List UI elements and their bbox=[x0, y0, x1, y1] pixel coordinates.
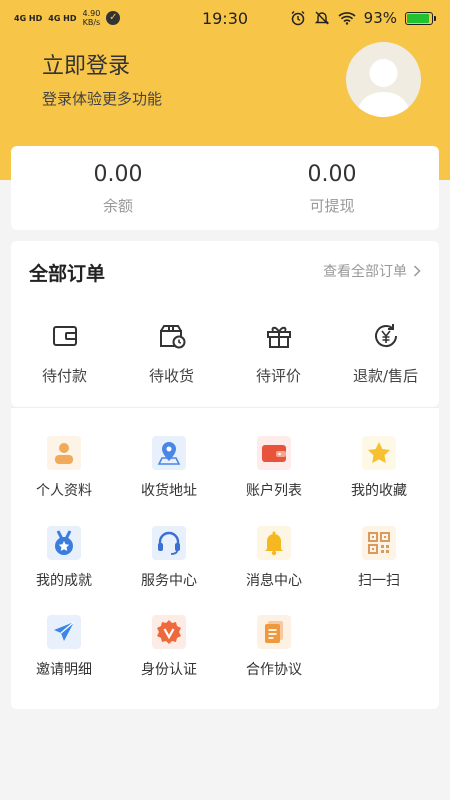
service-personal-info[interactable]: 个人资料 bbox=[12, 436, 116, 500]
star-icon bbox=[362, 436, 396, 470]
signal-icon-2: 4G HD bbox=[48, 13, 77, 23]
services-row-2: 我的成就 服务中心 消息中心 扫一扫 bbox=[11, 526, 439, 590]
order-refund-aftersale[interactable]: 退款/售后 bbox=[332, 321, 439, 386]
wifi-icon bbox=[338, 12, 356, 25]
service-label: 消息中心 bbox=[246, 573, 302, 589]
services-row-3: 邀请明细 身份认证 合作协议 bbox=[11, 615, 439, 679]
view-all-orders-label: 查看全部订单 bbox=[323, 264, 407, 280]
service-cooperation-agreement[interactable]: 合作协议 bbox=[222, 615, 326, 679]
order-label: 待付款 bbox=[41, 367, 87, 385]
service-scan[interactable]: 扫一扫 bbox=[327, 526, 431, 590]
paper-plane-icon bbox=[47, 615, 81, 649]
order-pending-review[interactable]: 待评价 bbox=[225, 321, 332, 386]
service-help-center[interactable]: 服务中心 bbox=[117, 526, 221, 590]
wallet-icon bbox=[52, 326, 77, 346]
service-label: 收货地址 bbox=[141, 483, 197, 499]
balance-item[interactable]: 0.00 余额 bbox=[11, 146, 225, 230]
balance-value: 0.00 bbox=[93, 162, 143, 187]
service-account-list[interactable]: 账户列表 bbox=[222, 436, 326, 500]
service-invitation-details[interactable]: 邀请明细 bbox=[12, 615, 116, 679]
service-label: 身份认证 bbox=[141, 662, 197, 678]
medal-icon bbox=[47, 526, 81, 560]
document-icon bbox=[257, 615, 291, 649]
service-shipping-address[interactable]: 收货地址 bbox=[117, 436, 221, 500]
status-time: 19:30 bbox=[201, 8, 249, 28]
service-label: 我的成就 bbox=[36, 573, 92, 589]
order-label: 退款/售后 bbox=[352, 367, 419, 385]
orders-title: 全部订单 bbox=[29, 263, 106, 285]
status-bar-right: 93% bbox=[266, 9, 436, 27]
login-title[interactable]: 立即登录 bbox=[42, 48, 130, 80]
status-bar-left: 4G HD 4G HD 4.90 KB/s ✓ bbox=[14, 9, 184, 27]
order-label: 待收货 bbox=[148, 367, 194, 385]
withdrawable-label: 可提现 bbox=[309, 197, 355, 215]
check-badge-icon: ✓ bbox=[106, 11, 121, 25]
withdrawable-item[interactable]: 0.00 可提现 bbox=[225, 146, 439, 230]
order-status-row: 待付款 待收货 待评价 退款/售后 bbox=[11, 321, 439, 386]
mute-bell-icon bbox=[314, 11, 329, 25]
avatar[interactable] bbox=[346, 42, 421, 117]
location-pin-icon bbox=[152, 436, 186, 470]
person-icon bbox=[47, 436, 81, 470]
services-row-1: 个人资料 收货地址 账户列表 我的收藏 bbox=[11, 436, 439, 500]
user-silhouette-icon bbox=[356, 59, 411, 117]
service-label: 合作协议 bbox=[246, 662, 302, 678]
verified-badge-icon bbox=[152, 615, 186, 649]
service-identity-verification[interactable]: 身份认证 bbox=[117, 615, 221, 679]
wallet-card-icon bbox=[257, 436, 291, 470]
service-label: 服务中心 bbox=[141, 573, 197, 589]
order-pending-payment[interactable]: 待付款 bbox=[11, 321, 118, 386]
service-label: 个人资料 bbox=[36, 483, 92, 499]
order-label: 待评价 bbox=[255, 367, 301, 385]
balance-label: 余额 bbox=[102, 197, 133, 215]
balance-card: 0.00 余额 0.00 可提现 bbox=[11, 146, 439, 230]
net-speed-unit: KB/s bbox=[82, 18, 101, 27]
battery-icon bbox=[405, 11, 436, 25]
status-bar: 4G HD 4G HD 4.90 KB/s ✓ 19:30 93% bbox=[0, 0, 450, 36]
qr-code-icon bbox=[362, 526, 396, 560]
alarm-clock-icon bbox=[291, 11, 305, 26]
service-label: 邀请明细 bbox=[36, 662, 92, 678]
orders-card: 全部订单 查看全部订单 待付款 待收货 待评价 退款/售后 bbox=[11, 241, 439, 407]
net-speed-value: 4.90 bbox=[82, 9, 101, 18]
gift-icon bbox=[266, 326, 291, 348]
service-message-center[interactable]: 消息中心 bbox=[222, 526, 326, 590]
login-subtitle: 登录体验更多功能 bbox=[42, 90, 163, 108]
service-label: 账户列表 bbox=[246, 483, 302, 499]
net-speed: 4.90 KB/s bbox=[83, 9, 101, 27]
service-favorites[interactable]: 我的收藏 bbox=[327, 436, 431, 500]
battery-percent: 93% bbox=[363, 9, 397, 27]
service-label: 扫一扫 bbox=[358, 573, 400, 589]
headset-icon bbox=[152, 526, 186, 560]
services-card: 个人资料 收货地址 账户列表 我的收藏 我的成就 服务中心 消息中心 扫一扫 邀… bbox=[11, 407, 439, 709]
bell-icon bbox=[257, 526, 291, 560]
service-achievements[interactable]: 我的成就 bbox=[12, 526, 116, 590]
delivery-box-icon bbox=[159, 325, 185, 349]
service-label: 我的收藏 bbox=[351, 483, 407, 499]
withdrawable-value: 0.00 bbox=[307, 162, 357, 187]
view-all-orders-link[interactable]: 查看全部订单 bbox=[323, 261, 421, 281]
order-pending-receipt[interactable]: 待收货 bbox=[118, 321, 225, 386]
signal-icon-1: 4G HD bbox=[14, 13, 43, 23]
refund-yen-icon bbox=[374, 324, 397, 348]
chevron-right-icon bbox=[413, 265, 421, 277]
